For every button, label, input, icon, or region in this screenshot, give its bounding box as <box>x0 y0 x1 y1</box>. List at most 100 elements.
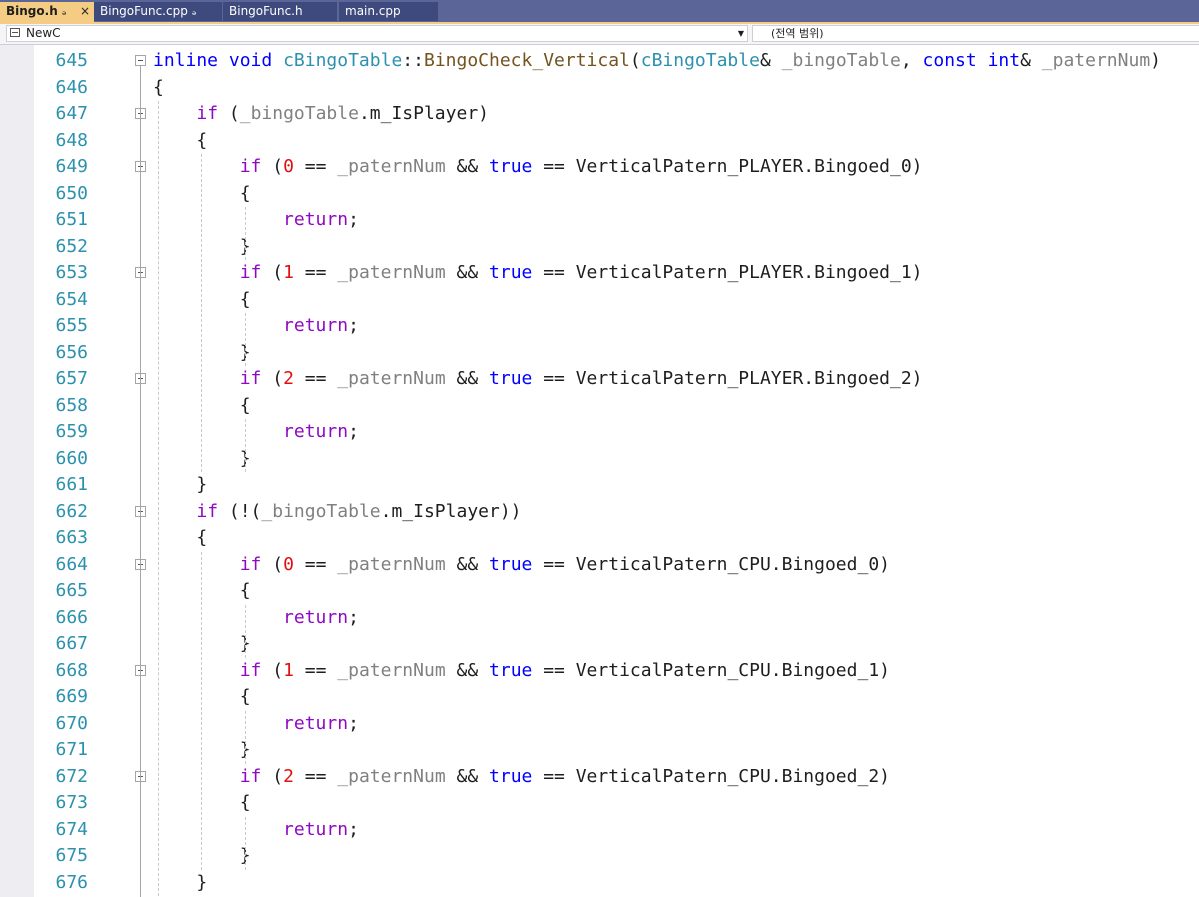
code-token: const <box>922 50 977 71</box>
code-token: 1 <box>283 659 294 681</box>
code-line[interactable]: 673 { <box>0 790 1199 817</box>
code-token: == <box>293 262 338 283</box>
navigation-bar: NewC ▼ (전역 범위) <box>0 24 1199 45</box>
tab-label: BingoFunc.cpp <box>100 4 188 18</box>
code-token: 2 <box>283 368 294 389</box>
line-number: 649 <box>55 156 88 177</box>
code-token: == <box>293 156 338 177</box>
code-token: && <box>445 368 490 389</box>
line-number: 666 <box>55 606 88 628</box>
code-token: return <box>283 421 349 442</box>
code-token: if <box>239 553 262 575</box>
pin-icon[interactable]: ₔ <box>192 2 197 21</box>
code-token: return <box>283 209 349 230</box>
code-line[interactable]: 658 { <box>0 393 1199 420</box>
code-line[interactable]: 650 { <box>0 181 1199 208</box>
code-token: == VerticalPatern_PLAYER.Bingoed_0) <box>532 156 923 177</box>
code-token: _paternNum <box>337 262 446 283</box>
code-line[interactable]: 675 } <box>0 843 1199 870</box>
code-line[interactable]: 670 return; <box>0 711 1199 738</box>
close-tab-icon[interactable]: × <box>80 2 90 21</box>
tab-main-cpp[interactable]: main.cpp <box>339 2 438 21</box>
code-line[interactable]: 645 inline void cBingoTable::BingoCheck_V… <box>0 48 1199 75</box>
code-line[interactable]: 647 if (_bingoTable.m_IsPlayer) <box>0 101 1199 128</box>
code-token: if <box>239 262 262 283</box>
line-number: 654 <box>55 288 88 310</box>
code-editor[interactable]: 645 inline void cBingoTable::BingoCheck_V… <box>0 45 1199 897</box>
code-line[interactable]: 671 } <box>0 737 1199 764</box>
pin-icon[interactable]: ₔ <box>62 2 67 21</box>
code-token: , <box>900 50 923 71</box>
code-token: _bingoTable <box>781 50 901 71</box>
code-token: if <box>239 659 262 681</box>
member-scope-label: (전역 범위) <box>771 27 824 40</box>
code-line[interactable]: 649 if (0 == _paternNum && true == Verti… <box>0 154 1199 181</box>
code-line[interactable]: 669 { <box>0 684 1199 711</box>
code-line[interactable]: 672 if (2 == _paternNum && true == Verti… <box>0 764 1199 791</box>
code-line[interactable]: 657 if (2 == _paternNum && true == Verti… <box>0 366 1199 393</box>
code-token: if <box>239 368 262 389</box>
chevron-down-icon[interactable]: ▼ <box>738 26 744 41</box>
line-number: 657 <box>55 368 88 389</box>
project-scope-label: NewC <box>26 26 61 40</box>
code-token: return <box>283 712 349 734</box>
code-line[interactable]: 659 return; <box>0 419 1199 446</box>
line-number: 658 <box>55 394 88 416</box>
line-number: 650 <box>55 182 88 204</box>
code-line[interactable]: 664 if (0 == _paternNum && true == Verti… <box>0 552 1199 579</box>
code-line[interactable]: 654 { <box>0 287 1199 314</box>
code-token: { <box>153 527 208 548</box>
code-token: == VerticalPatern_PLAYER.Bingoed_1) <box>532 262 923 283</box>
tab-bingofunc-cpp[interactable]: BingoFunc.cpp ₔ <box>94 2 222 21</box>
collapse-region-icon[interactable] <box>135 55 146 66</box>
code-token: && <box>445 262 490 283</box>
code-token: true <box>489 368 533 389</box>
code-line[interactable]: 666 return; <box>0 605 1199 632</box>
code-line[interactable]: 660 } <box>0 446 1199 473</box>
line-number: 662 <box>55 500 88 522</box>
tab-label: BingoFunc.h <box>229 4 303 18</box>
code-text: if (0 == _paternNum && true == VerticalP… <box>153 154 923 180</box>
code-line[interactable]: 676 } <box>0 870 1199 897</box>
code-line[interactable]: 646 { <box>0 75 1199 102</box>
code-line[interactable]: 648 { <box>0 128 1199 155</box>
tab-bingo-h[interactable]: Bingo.h ₔ × <box>0 2 94 22</box>
code-token: & <box>759 50 782 71</box>
tab-label: Bingo.h <box>6 4 58 18</box>
code-line[interactable]: 661 } <box>0 472 1199 499</box>
code-line[interactable]: 651 return; <box>0 207 1199 234</box>
code-line[interactable]: 668 if (1 == _paternNum && true == Verti… <box>0 658 1199 685</box>
code-line[interactable]: 662 if (!(_bingoTable.m_IsPlayer)) <box>0 499 1199 526</box>
code-text: inline void cBingoTable::BingoCheck_Vert… <box>153 48 1161 74</box>
code-text: if (_bingoTable.m_IsPlayer) <box>153 101 489 127</box>
indent-guide <box>244 419 246 472</box>
line-number: 674 <box>55 818 88 840</box>
code-token: .m_IsPlayer) <box>358 103 489 124</box>
code-text: } <box>153 472 207 498</box>
code-token: 2 <box>283 765 294 787</box>
code-line[interactable]: 653 if (1 == _paternNum && true == Verti… <box>0 260 1199 287</box>
line-number: 646 <box>55 76 88 98</box>
code-text: if (1 == _paternNum && true == VerticalP… <box>153 260 923 286</box>
code-token: (!( <box>218 500 262 522</box>
project-scope-dropdown[interactable]: NewC ▼ <box>6 25 748 42</box>
code-token: ; <box>348 712 359 734</box>
indent-guide <box>244 207 246 260</box>
code-line[interactable]: 665 { <box>0 578 1199 605</box>
code-line[interactable]: 667 } <box>0 631 1199 658</box>
code-line[interactable]: 655 return; <box>0 313 1199 340</box>
code-token: true <box>489 553 533 575</box>
code-line[interactable]: 656 } <box>0 340 1199 367</box>
line-number: 656 <box>55 341 88 363</box>
indent-guide <box>201 551 203 870</box>
tab-bingofunc-h[interactable]: BingoFunc.h <box>223 2 337 21</box>
code-line[interactable]: 663 { <box>0 525 1199 552</box>
code-line[interactable]: 652 } <box>0 234 1199 261</box>
code-line[interactable]: 674 return; <box>0 817 1199 844</box>
line-number: 653 <box>55 262 88 283</box>
member-scope-dropdown[interactable]: (전역 범위) <box>752 25 1199 42</box>
code-token: && <box>445 659 490 681</box>
